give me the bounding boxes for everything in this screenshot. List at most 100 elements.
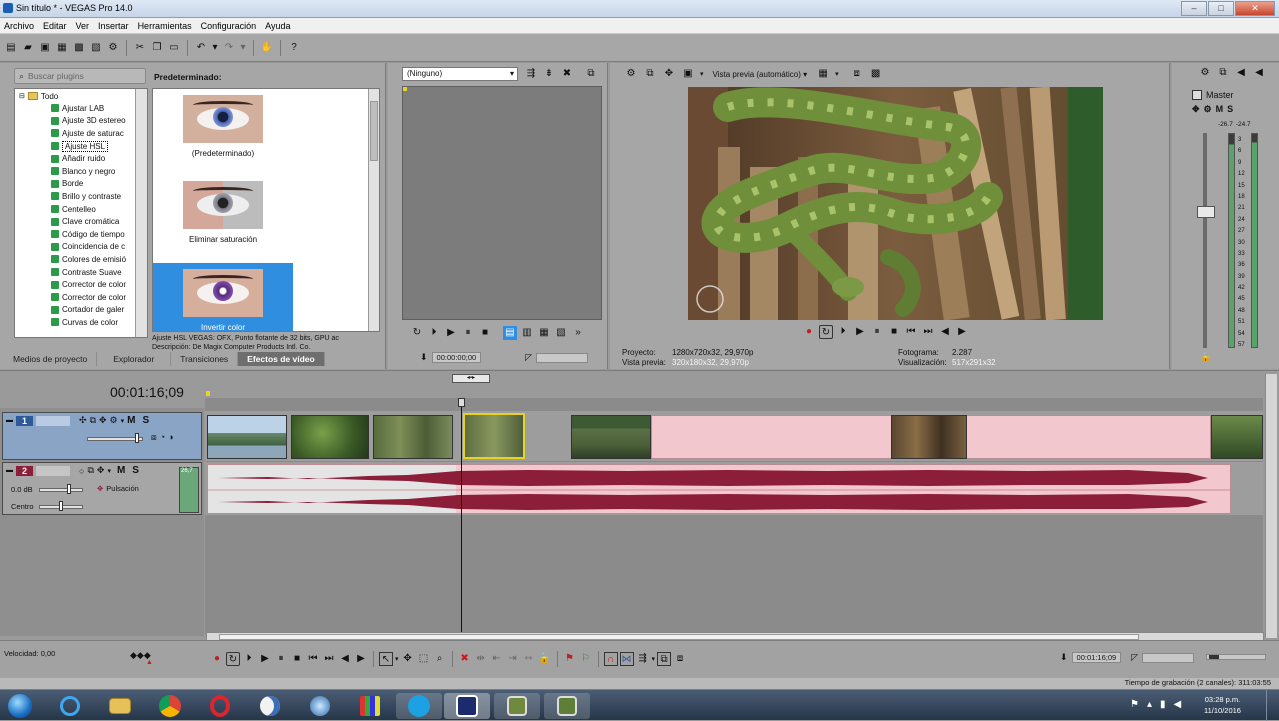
new-project-icon[interactable]: ▤ xyxy=(4,41,18,55)
loop-icon[interactable]: ↻ xyxy=(410,326,424,340)
play-icon[interactable]: ▶ xyxy=(444,326,458,340)
master-fx-chain-icon[interactable]: ✥ xyxy=(1192,104,1200,115)
tray-arrow-icon[interactable]: ▴ xyxy=(1147,699,1152,710)
app-taskbar-icon-1[interactable] xyxy=(494,693,540,719)
tree-item[interactable]: Añadir ruido xyxy=(51,152,105,165)
render-icon[interactable]: ▩ xyxy=(72,41,86,55)
envelope-tool-icon[interactable]: ✥ xyxy=(401,652,415,666)
menu-insertar[interactable]: Insertar xyxy=(98,21,129,31)
tree-item[interactable]: Clave cromática xyxy=(51,215,119,228)
track-settings-dropdown-icon[interactable]: ▾ xyxy=(121,417,125,425)
properties-icon[interactable]: ▧ xyxy=(89,41,103,55)
menu-ayuda[interactable]: Ayuda xyxy=(265,21,290,31)
master-lock-icon[interactable]: 🔒 xyxy=(1200,352,1211,363)
tree-item[interactable]: Centelleo xyxy=(51,203,96,216)
video-track-mute[interactable]: M xyxy=(127,415,135,426)
audio-clip[interactable] xyxy=(207,464,1231,514)
video-clip-forest[interactable] xyxy=(291,415,369,459)
preset-default[interactable]: (Predeterminado) xyxy=(153,95,293,158)
track-child-icon[interactable]: ◔ xyxy=(160,432,165,443)
pan-mode-label[interactable]: Pulsación xyxy=(106,484,139,493)
paste-icon[interactable]: ▭ xyxy=(167,41,181,55)
save-icon[interactable]: ▣ xyxy=(38,41,52,55)
delete-icon[interactable]: ✖ xyxy=(458,652,472,666)
timeline-vscroll[interactable] xyxy=(1265,374,1277,638)
preset-desaturate[interactable]: Eliminar saturación xyxy=(153,181,293,244)
audio-pan-handle[interactable] xyxy=(59,501,63,511)
external-monitor-dropdown-icon[interactable]: ▾ xyxy=(700,70,704,78)
previous-frame-icon[interactable]: ◀ xyxy=(338,652,352,666)
settings-gear-icon[interactable]: ⚙ xyxy=(106,41,120,55)
track-settings-gear-icon[interactable]: ⚙ xyxy=(110,415,118,426)
help-icon[interactable]: ? xyxy=(287,41,301,55)
undo-icon[interactable]: ↶ xyxy=(194,41,208,55)
loop-playback-icon[interactable]: ↻ xyxy=(819,325,833,339)
tree-item[interactable]: Código de tiempo xyxy=(51,228,125,241)
zoom-slider[interactable] xyxy=(1206,654,1266,660)
preview-settings-gear-icon[interactable]: ⚙ xyxy=(624,67,638,81)
track-parent-icon[interactable]: ⧈ xyxy=(151,432,157,443)
trimmer-out-box[interactable] xyxy=(536,352,589,363)
tree-item[interactable]: Colores de emisió xyxy=(51,253,126,266)
app-taskbar-icon-2[interactable] xyxy=(544,693,590,719)
insert-region-icon[interactable]: ⚐ xyxy=(579,652,593,666)
track-motion-icon[interactable]: ✣ xyxy=(79,415,87,426)
loop-playback-icon[interactable]: ↻ xyxy=(226,652,240,666)
close-button[interactable]: ✕ xyxy=(1235,1,1275,16)
normal-edit-tool-icon[interactable]: ↖ xyxy=(379,652,393,666)
tree-item[interactable]: Ajustar LAB xyxy=(51,102,104,115)
arm-record-icon[interactable]: ○ xyxy=(79,466,84,476)
menu-editar[interactable]: Editar xyxy=(43,21,67,31)
tree-root[interactable]: ⊟ Todo xyxy=(19,90,58,103)
open-icon[interactable]: ▰ xyxy=(21,41,35,55)
record-icon[interactable]: ● xyxy=(210,652,224,666)
ignore-grouping-icon[interactable]: ⧈ xyxy=(673,652,687,666)
pause-icon[interactable]: ⏸ xyxy=(274,652,288,666)
vegas-pro-taskbar-icon[interactable] xyxy=(444,693,490,719)
track-blend-icon[interactable]: ◑ xyxy=(168,432,173,443)
calendar-app-icon[interactable] xyxy=(350,693,390,719)
snapping-icon[interactable]: ∩ xyxy=(603,652,618,666)
plugin-search-input[interactable]: ⌕ Buscar plugins xyxy=(14,68,146,84)
go-to-end-icon[interactable]: ⏭ xyxy=(921,325,935,339)
video-clip-tree-bark[interactable] xyxy=(891,415,967,459)
audio-track-mute[interactable]: M xyxy=(117,465,125,476)
trimmer-clear-icon[interactable]: ✖ xyxy=(560,67,574,81)
file-explorer-icon[interactable] xyxy=(100,693,140,719)
video-clip-mossy-log[interactable] xyxy=(571,415,651,459)
maximize-button[interactable]: □ xyxy=(1208,1,1234,16)
video-track-expand-icon[interactable]: ▬ xyxy=(6,417,13,424)
trimmer-mode-icon-1[interactable]: ▤ xyxy=(503,326,517,340)
record-icon[interactable]: ● xyxy=(802,325,816,339)
selection-tool-icon[interactable]: ⬚ xyxy=(417,652,431,666)
dim-output-icon[interactable]: ◀ xyxy=(1252,66,1266,80)
master-settings-icon[interactable]: ⚙ xyxy=(1204,104,1212,115)
audio-volume-handle[interactable] xyxy=(67,484,71,494)
pause-icon[interactable]: ⏸ xyxy=(461,326,475,340)
trimmer-mode-icon-4[interactable]: ▧ xyxy=(554,326,568,340)
master-fader-handle[interactable] xyxy=(1197,206,1215,218)
network-icon[interactable]: ▮ xyxy=(1160,699,1166,710)
tree-item[interactable]: Ajuste 3D estereo xyxy=(51,115,126,128)
trimmer-tool-icon-3[interactable]: ⧉ xyxy=(584,67,598,81)
trim-end-icon[interactable]: ⇥ xyxy=(506,652,520,666)
preview-quality-dropdown[interactable]: Vista previa (automático) ▾ xyxy=(709,70,812,79)
trimmer-tool-icon-2[interactable]: ⇟ xyxy=(542,67,556,81)
minimize-button[interactable]: – xyxy=(1181,1,1207,16)
tree-item[interactable]: Corrector de color xyxy=(51,278,126,291)
audio-track-name-box[interactable] xyxy=(36,465,71,476)
cursor-time-box[interactable]: 00:01:16;09 xyxy=(1071,652,1122,663)
external-monitor-icon[interactable]: ▣ xyxy=(681,67,695,81)
tree-item[interactable]: Blanco y negro xyxy=(51,165,115,178)
copy-icon[interactable]: ❐ xyxy=(150,41,164,55)
master-solo-button[interactable]: S xyxy=(1227,104,1233,115)
video-clip-trees-end[interactable] xyxy=(1211,415,1263,459)
lock-envelopes-icon[interactable]: ⧉ xyxy=(657,652,672,666)
internet-explorer-icon[interactable] xyxy=(50,693,90,719)
trimmer-tool-icon-1[interactable]: ⇶ xyxy=(524,67,538,81)
go-to-end-icon[interactable]: ⏭ xyxy=(322,652,336,666)
audio-track-motion-icon[interactable]: ✥ xyxy=(97,465,105,476)
audio-volume-slider[interactable] xyxy=(39,488,83,492)
preview-fx-icon[interactable]: ⧉ xyxy=(643,67,657,81)
play-from-start-icon[interactable]: ⏵ xyxy=(242,652,256,666)
